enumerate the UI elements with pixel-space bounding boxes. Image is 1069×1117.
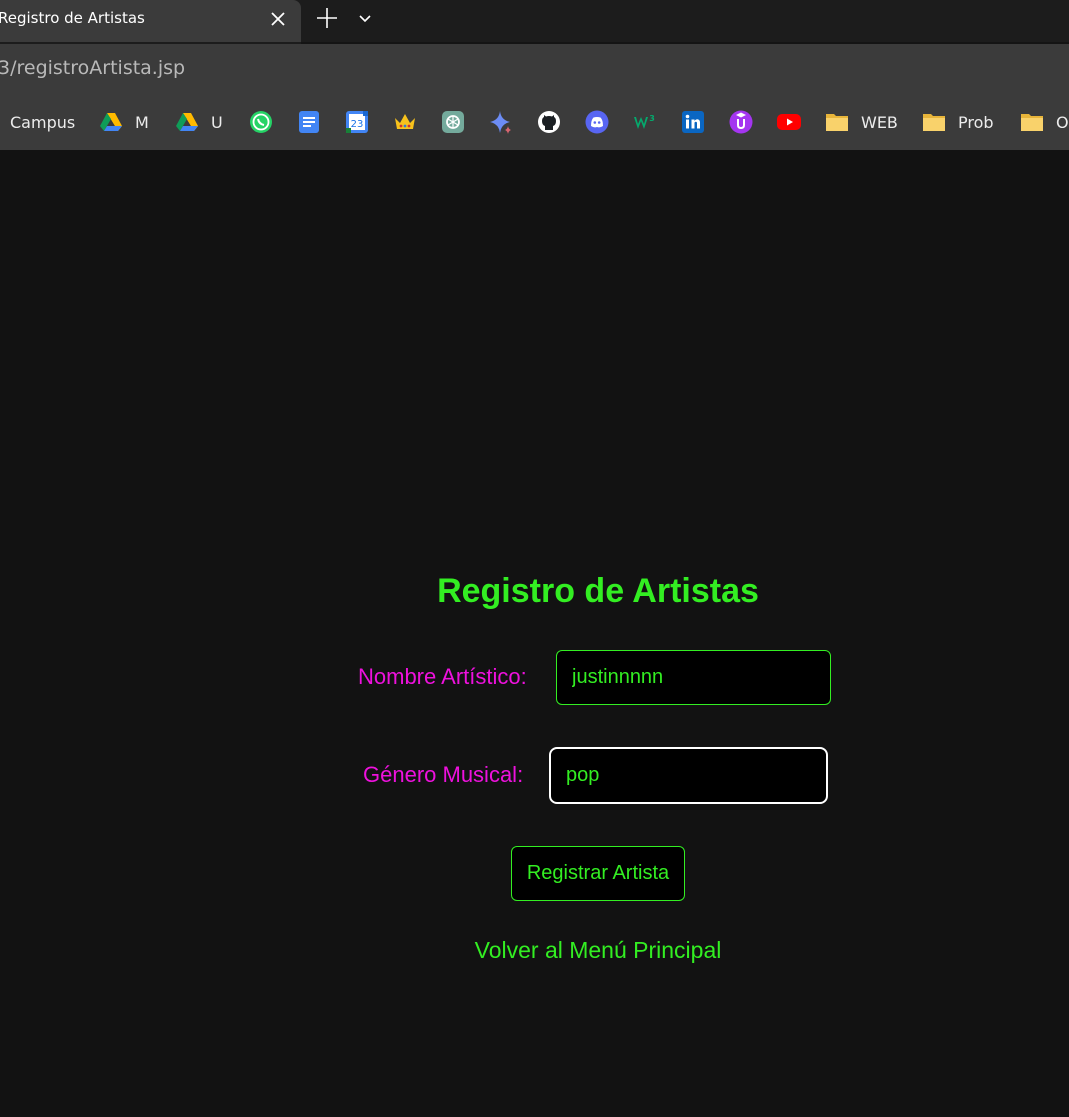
google-calendar-icon: 23 bbox=[346, 111, 368, 133]
chevron-down-icon[interactable] bbox=[357, 10, 373, 26]
bookmark-label: O bbox=[1056, 112, 1069, 132]
w3schools-icon: 3 bbox=[634, 114, 655, 129]
close-icon[interactable] bbox=[268, 9, 288, 29]
udemy-icon bbox=[729, 110, 753, 134]
genre-label: Género Musical: bbox=[363, 762, 524, 787]
google-drive-icon bbox=[176, 113, 198, 131]
bookmark-label: Prob bbox=[958, 112, 994, 132]
gemini-icon bbox=[490, 111, 511, 134]
bookmark-discord[interactable] bbox=[585, 108, 609, 136]
folder-icon bbox=[826, 114, 848, 131]
bookmark-docs[interactable] bbox=[297, 108, 321, 136]
active-tab[interactable]: Registro de Artistas bbox=[0, 0, 301, 42]
bookmark-folder-prob[interactable]: Prob bbox=[922, 108, 994, 136]
name-label: Nombre Artístico: bbox=[358, 664, 527, 689]
plus-icon[interactable] bbox=[315, 6, 339, 30]
bookmark-chatgpt[interactable] bbox=[441, 108, 465, 136]
address-bar: 3/registroArtista.jsp bbox=[0, 44, 1069, 94]
github-icon bbox=[538, 111, 560, 133]
bookmark-w3schools[interactable]: 3 bbox=[633, 108, 657, 136]
bookmark-gemini[interactable] bbox=[489, 108, 513, 136]
bookmark-folder-web[interactable]: WEB bbox=[825, 108, 898, 136]
bookmark-drive-u[interactable]: U bbox=[175, 108, 223, 136]
google-drive-icon bbox=[100, 113, 122, 131]
svg-text:3: 3 bbox=[649, 114, 655, 123]
youtube-icon bbox=[777, 114, 801, 130]
bookmark-linkedin[interactable] bbox=[681, 108, 705, 136]
page-title: Registro de Artistas bbox=[437, 572, 759, 610]
bookmark-crown[interactable] bbox=[393, 108, 417, 136]
tab-title: Registro de Artistas bbox=[0, 9, 145, 27]
bookmark-folder-o[interactable]: O bbox=[1020, 108, 1069, 136]
linkedin-icon bbox=[682, 111, 704, 133]
bookmark-github[interactable] bbox=[537, 108, 561, 136]
svg-text:23: 23 bbox=[351, 119, 364, 130]
bookmark-youtube[interactable] bbox=[777, 108, 801, 136]
back-to-menu-link[interactable]: Volver al Menú Principal bbox=[0, 937, 1069, 964]
bookmark-calendar[interactable]: 23 bbox=[345, 108, 369, 136]
discord-icon bbox=[585, 110, 609, 134]
bookmark-udemy[interactable] bbox=[729, 108, 753, 136]
folder-icon bbox=[923, 114, 945, 131]
whatsapp-icon bbox=[250, 111, 272, 133]
url-field[interactable]: 3/registroArtista.jsp bbox=[0, 57, 185, 79]
crown-icon bbox=[395, 114, 415, 129]
page-body bbox=[0, 150, 1069, 1117]
folder-icon bbox=[1021, 114, 1043, 131]
bookmark-drive-m[interactable]: M bbox=[99, 108, 149, 136]
bookmark-label: WEB bbox=[861, 112, 898, 132]
register-artist-button[interactable]: Registrar Artista bbox=[511, 846, 685, 901]
genre-input[interactable] bbox=[549, 747, 828, 804]
bookmark-campus[interactable]: Campus bbox=[10, 108, 75, 136]
chatgpt-icon bbox=[442, 111, 464, 133]
tab-strip: Registro de Artistas bbox=[0, 0, 1069, 44]
bookmark-label: M bbox=[135, 112, 149, 132]
artist-name-input[interactable] bbox=[556, 650, 831, 705]
bookmarks-bar: Campus M U 23 3 WEB Prob O bbox=[0, 94, 1069, 150]
google-docs-icon bbox=[299, 111, 319, 133]
bookmark-label: Campus bbox=[10, 112, 76, 132]
bookmark-label: U bbox=[211, 112, 223, 132]
bookmark-whatsapp[interactable] bbox=[249, 108, 273, 136]
